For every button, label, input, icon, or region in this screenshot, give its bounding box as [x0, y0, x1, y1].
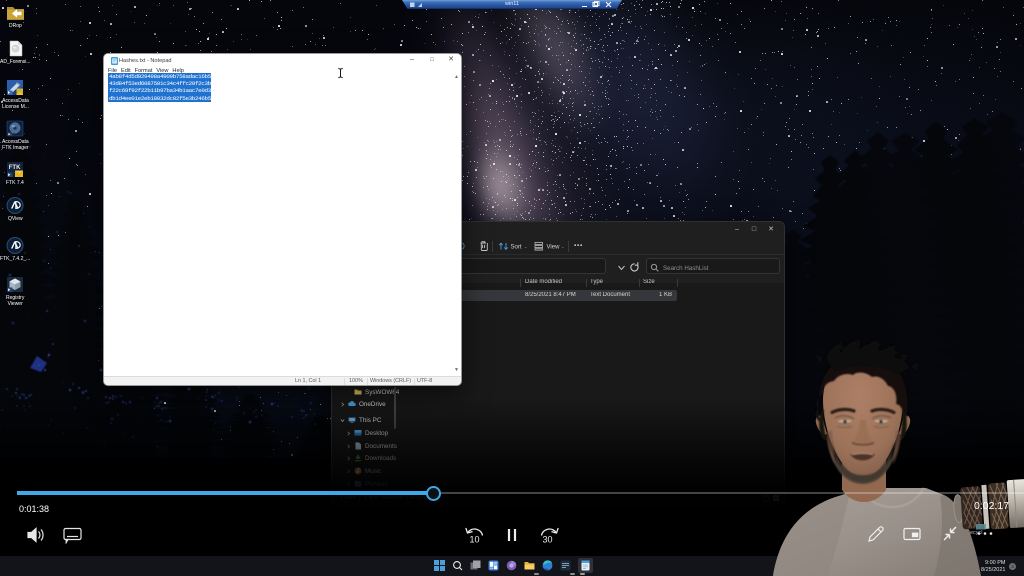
svg-text:30: 30 — [542, 535, 552, 545]
svg-text:Search HashList: Search HashList — [663, 265, 709, 272]
svg-text:FTK: FTK — [8, 165, 20, 171]
svg-text:•••: ••• — [574, 242, 583, 249]
svg-text:View: View — [547, 244, 561, 250]
svg-text:⌄: ⌄ — [524, 244, 528, 249]
svg-text:⌄: ⌄ — [561, 244, 565, 249]
svg-text:Sort: Sort — [511, 244, 522, 250]
svg-text:10: 10 — [469, 534, 479, 544]
